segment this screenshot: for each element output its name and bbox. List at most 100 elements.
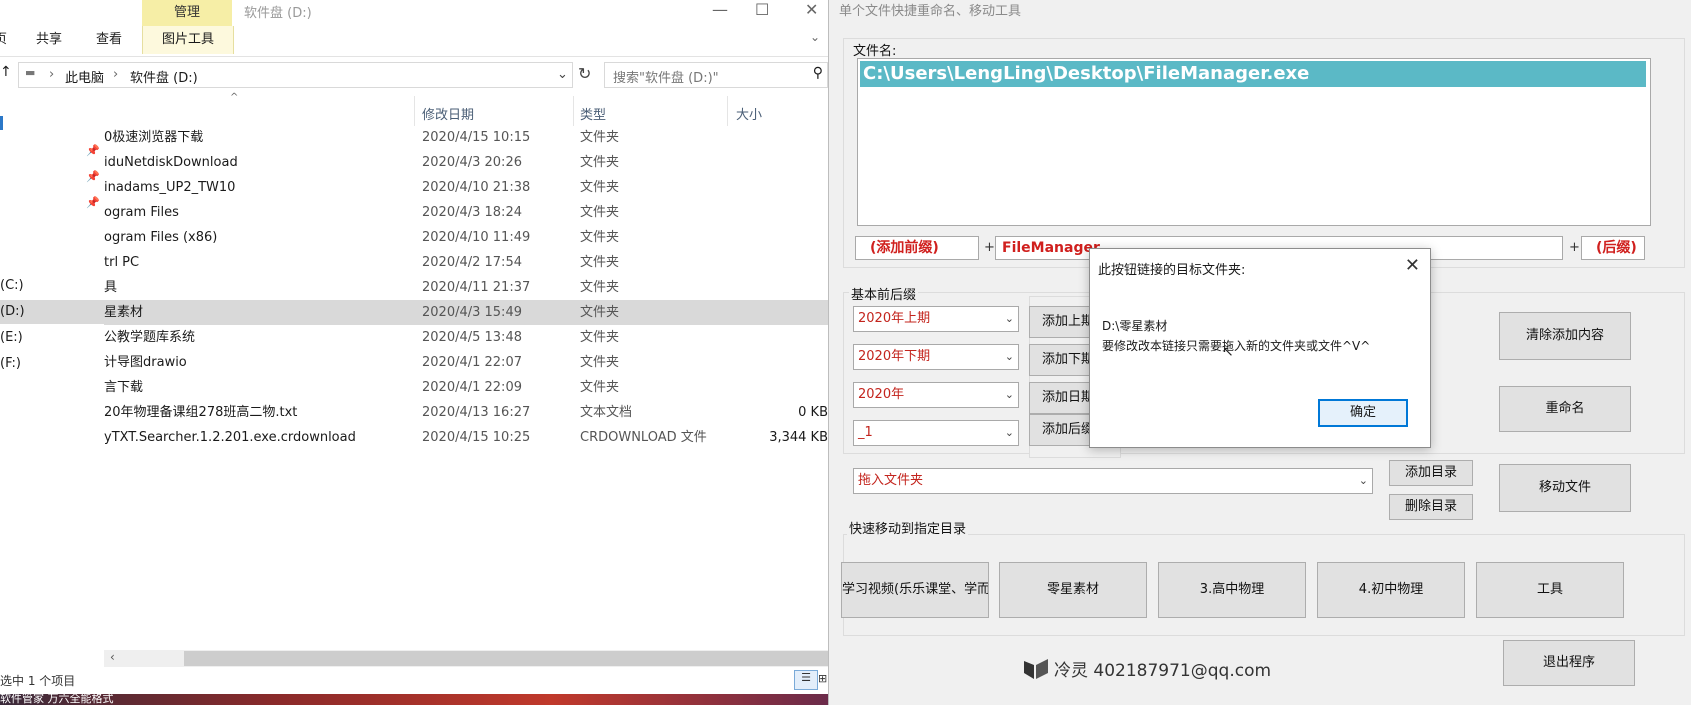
file-type: 文件夹 [580, 380, 620, 395]
close-icon[interactable]: ✕ [1405, 255, 1420, 276]
chevron-down-icon[interactable]: ⌄ [1359, 469, 1368, 493]
ok-button[interactable]: 确定 [1318, 399, 1408, 427]
file-row[interactable]: ogram Files (x86) 2020/4/10 11:49 文件夹 [104, 225, 828, 250]
file-row[interactable]: 0极速浏览器下载 2020/4/15 10:15 文件夹 [104, 125, 828, 150]
file-row[interactable]: 20年物理备课组278班高二物.txt 2020/4/13 16:27 文本文档 0 … [104, 400, 828, 425]
file-row[interactable]: 言下载 2020/4/1 22:09 文件夹 [104, 375, 828, 400]
ribbon-tab-home[interactable]: 页 [0, 28, 7, 47]
search-box[interactable]: 搜索"软件盘 (D:)" ⚲ [604, 62, 828, 88]
affix-combo-2[interactable]: 2020年下期 ⌄ [853, 344, 1019, 370]
file-row[interactable]: ogram Files 2020/4/3 18:24 文件夹 [104, 200, 828, 225]
nav-drive-c[interactable]: (C:) [0, 274, 104, 298]
affix-combo-4[interactable]: _1 ⌄ [853, 420, 1019, 446]
nav-marker [0, 116, 3, 130]
file-date: 2020/4/1 22:07 [422, 355, 522, 370]
file-name: 20年物理备课组278班高二物.txt [104, 405, 298, 420]
chevron-down-icon[interactable]: ⌄ [1005, 345, 1014, 369]
file-date: 2020/4/15 10:15 [422, 130, 531, 145]
quick-dir-button-4[interactable]: 4.初中物理 [1317, 562, 1465, 618]
clear-added-button[interactable]: 清除添加内容 [1499, 312, 1631, 360]
file-name: iduNetdiskDownload [104, 155, 238, 170]
explorer-window-title: 软件盘 (D:) [244, 6, 312, 21]
move-file-button[interactable]: 移动文件 [1499, 464, 1631, 512]
navigation-pane: 📌 📌 📌 (C:) (D:) (E:) (F:) [0, 96, 104, 656]
pin-icon[interactable]: 📌 [86, 170, 100, 183]
combo-value: _1 [858, 425, 873, 440]
minimize-icon[interactable]: — [712, 0, 728, 19]
dialog-title: 此按钮链接的目标文件夹: [1098, 263, 1246, 278]
affix-combo-1[interactable]: 2020年上期 ⌄ [853, 306, 1019, 332]
file-date: 2020/4/3 20:26 [422, 155, 522, 170]
plus-sign: + [1569, 240, 1580, 255]
scrollbar-thumb[interactable] [184, 651, 828, 666]
column-header-type[interactable]: 类型 [580, 104, 606, 123]
file-type: 文件夹 [580, 280, 620, 295]
add-directory-button[interactable]: 添加目录 [1389, 460, 1473, 486]
taskbar-text: 软件管家 万六全能格式 [0, 692, 114, 705]
file-type: 文件夹 [580, 205, 620, 220]
quick-dir-button-2[interactable]: 零星素材 [999, 562, 1147, 618]
breadcrumb-drive-d[interactable]: 软件盘 (D:) [130, 67, 198, 86]
ribbon-tab-manage[interactable]: 管理 [142, 0, 232, 26]
quick-dir-button-5[interactable]: 工具 [1476, 562, 1624, 618]
file-row[interactable]: 星素材 2020/4/3 15:49 文件夹 [104, 300, 828, 325]
file-row[interactable]: yTXT.Searcher.1.2.201.exe.crdownload 2020… [104, 425, 828, 450]
close-icon[interactable]: ✕ [805, 0, 818, 19]
file-row[interactable]: trl PC 2020/4/2 17:54 文件夹 [104, 250, 828, 275]
filename-drop-box[interactable]: C:\Users\LengLing\Desktop\FileManager.ex… [857, 58, 1651, 226]
ribbon-divider [0, 56, 828, 57]
column-header-size[interactable]: 大小 [736, 104, 762, 123]
chevron-down-icon[interactable]: ⌄ [1005, 383, 1014, 407]
file-row[interactable]: 公教学题库系统 2020/4/5 13:48 文件夹 [104, 325, 828, 350]
exit-button[interactable]: 退出程序 [1503, 640, 1635, 686]
address-bar[interactable]: ▬ › 此电脑 › 软件盘 (D:) ⌄ [18, 62, 573, 88]
file-row[interactable]: iduNetdiskDownload 2020/4/3 20:26 文件夹 [104, 150, 828, 175]
nav-drive-e[interactable]: (E:) [0, 326, 104, 350]
ribbon-tab-view[interactable]: 查看 [96, 28, 122, 47]
pin-icon[interactable]: 📌 [86, 144, 100, 157]
scroll-left-icon[interactable]: ‹ [110, 650, 115, 664]
column-divider[interactable] [414, 96, 415, 126]
chevron-down-icon[interactable]: ⌄ [810, 30, 820, 44]
breadcrumb-this-pc[interactable]: 此电脑 [65, 67, 104, 86]
target-folder-combo[interactable]: 拖入文件夹 ⌄ [853, 468, 1373, 494]
maximize-icon[interactable]: ☐ [755, 0, 769, 19]
quick-dir-button-1[interactable]: 学习视频(乐乐课堂、学而 [841, 562, 989, 618]
file-type: 文件夹 [580, 330, 620, 345]
suffix-input[interactable]: (后缀) [1581, 236, 1645, 260]
selected-file-path[interactable]: C:\Users\LengLing\Desktop\FileManager.ex… [860, 61, 1646, 87]
basic-affix-label: 基本前后缀 [849, 284, 919, 303]
ribbon-tab-share[interactable]: 共享 [36, 28, 62, 47]
dropdown-arrow-icon[interactable]: ⌄ [557, 67, 568, 82]
horizontal-scrollbar[interactable]: ‹ [104, 650, 828, 667]
file-row[interactable]: 具 2020/4/11 21:37 文件夹 [104, 275, 828, 300]
refresh-icon[interactable]: ↻ [578, 64, 591, 83]
delete-directory-button[interactable]: 删除目录 [1389, 494, 1473, 520]
affix-combo-3[interactable]: 2020年 ⌄ [853, 382, 1019, 408]
column-divider[interactable] [727, 96, 728, 126]
file-row[interactable]: inadams_UP2_TW10 2020/4/10 21:38 文件夹 [104, 175, 828, 200]
up-arrow-icon[interactable]: ↑ [0, 64, 12, 80]
prefix-input[interactable]: (添加前缀) [855, 236, 979, 260]
column-header-date[interactable]: 修改日期 [422, 104, 474, 123]
tiles-view-icon[interactable]: ⊞ [818, 672, 827, 685]
filename-label: 文件名: [851, 40, 899, 59]
nav-drive-d[interactable]: (D:) [0, 300, 104, 324]
search-icon[interactable]: ⚲ [813, 65, 823, 81]
quick-dir-button-3[interactable]: 3.高中物理 [1158, 562, 1306, 618]
quick-dir-label: 学习视频(乐乐课堂、学而 [842, 582, 989, 597]
combo-value: 2020年 [858, 387, 905, 402]
nav-drive-f[interactable]: (F:) [0, 352, 104, 376]
file-row[interactable]: 计导图drawio 2020/4/1 22:07 文件夹 [104, 350, 828, 375]
pin-icon[interactable]: 📌 [86, 196, 100, 209]
file-type: 文本文档 [580, 405, 633, 420]
ribbon-tab-picture-tools[interactable]: 图片工具 [142, 26, 234, 54]
chevron-down-icon[interactable]: ⌄ [1005, 307, 1014, 331]
column-divider[interactable] [573, 96, 574, 126]
details-view-icon[interactable]: ☰ [794, 670, 818, 690]
credit-text: 冷灵 402187971@qq.com [1054, 661, 1272, 681]
file-size: 0 KB [798, 405, 828, 420]
chevron-down-icon[interactable]: ⌄ [1005, 421, 1014, 445]
file-name: trl PC [104, 255, 140, 270]
rename-button[interactable]: 重命名 [1499, 386, 1631, 432]
